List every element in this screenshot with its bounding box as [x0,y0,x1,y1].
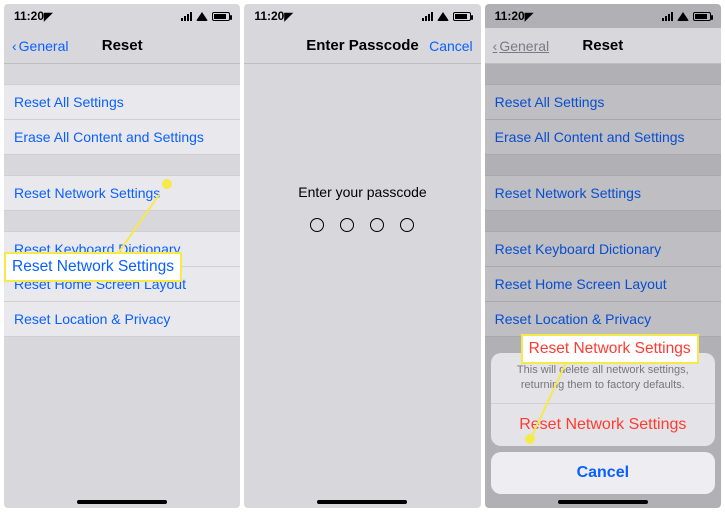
signal-icon [181,11,192,21]
passcode-dot [310,218,324,232]
battery-icon [693,12,711,21]
action-sheet: This will delete all network settings, r… [491,353,715,494]
back-label: General [499,38,549,54]
passcode-area: Enter your passcode [244,184,480,232]
wifi-icon [677,12,689,21]
home-indicator[interactable] [558,500,648,504]
status-time: 11:20 [254,9,284,23]
nav-bar: ‹ General Reset [485,28,721,64]
back-button[interactable]: ‹ General [12,38,102,54]
row-erase-all-content[interactable]: Erase All Content and Settings [4,120,240,155]
status-bar: 11:20 ◤ [485,4,721,28]
status-time: 11:20 [495,9,525,23]
row-reset-all-settings[interactable]: Reset All Settings [4,84,240,120]
wifi-icon [196,12,208,21]
nav-bar: ‹ General Reset [4,28,240,64]
chevron-left-icon: ‹ [493,38,498,54]
annotation-callout: Reset Network Settings [4,252,182,282]
screen-1-reset: 11:20 ◤ ‹ General Reset Reset All Settin… [4,4,240,508]
content: Enter your passcode [244,64,480,508]
location-arrow-icon: ◤ [44,10,52,23]
chevron-left-icon: ‹ [12,38,17,54]
content: Reset All Settings Erase All Content and… [485,64,721,508]
annotation-dot [162,179,172,189]
row-reset-network-settings: Reset Network Settings [485,175,721,211]
home-indicator[interactable] [77,500,167,504]
battery-icon [453,12,471,21]
screen-2-passcode: 11:20 ◤ Enter Passcode Cancel Enter your… [244,4,480,508]
nav-bar: Enter Passcode Cancel [244,28,480,64]
cancel-button[interactable]: Cancel [419,38,473,54]
screen-3-action-sheet: 11:20 ◤ ‹ General Reset Reset All Settin… [485,4,721,508]
passcode-dots[interactable] [310,218,414,232]
status-bar: 11:20 ◤ [244,4,480,28]
row-reset-all-settings: Reset All Settings [485,84,721,120]
status-icons [181,11,230,21]
row-reset-keyboard-dictionary: Reset Keyboard Dictionary [485,231,721,267]
location-arrow-icon: ◤ [284,10,292,23]
annotation-callout: Reset Network Settings [521,334,699,364]
status-time: 11:20 [14,9,44,23]
passcode-dot [340,218,354,232]
content: Reset All Settings Erase All Content and… [4,64,240,508]
page-title: Reset [582,37,623,54]
back-label: General [19,38,69,54]
action-sheet-card: This will delete all network settings, r… [491,353,715,446]
page-title: Reset [102,37,143,54]
row-reset-network-settings[interactable]: Reset Network Settings [4,175,240,211]
row-reset-location-privacy[interactable]: Reset Location & Privacy [4,302,240,337]
wifi-icon [437,12,449,21]
action-sheet-cancel[interactable]: Cancel [491,452,715,494]
row-reset-location-privacy: Reset Location & Privacy [485,302,721,337]
signal-icon [422,11,433,21]
location-arrow-icon: ◤ [525,10,533,23]
row-reset-home-screen-layout: Reset Home Screen Layout [485,267,721,302]
passcode-prompt: Enter your passcode [298,184,426,200]
page-title: Enter Passcode [306,37,419,54]
signal-icon [662,11,673,21]
row-erase-all-content: Erase All Content and Settings [485,120,721,155]
back-button: ‹ General [493,38,583,54]
passcode-dot [370,218,384,232]
status-icons [662,11,711,21]
status-bar: 11:20 ◤ [4,4,240,28]
status-icons [422,11,471,21]
passcode-dot [400,218,414,232]
home-indicator[interactable] [317,500,407,504]
battery-icon [212,12,230,21]
